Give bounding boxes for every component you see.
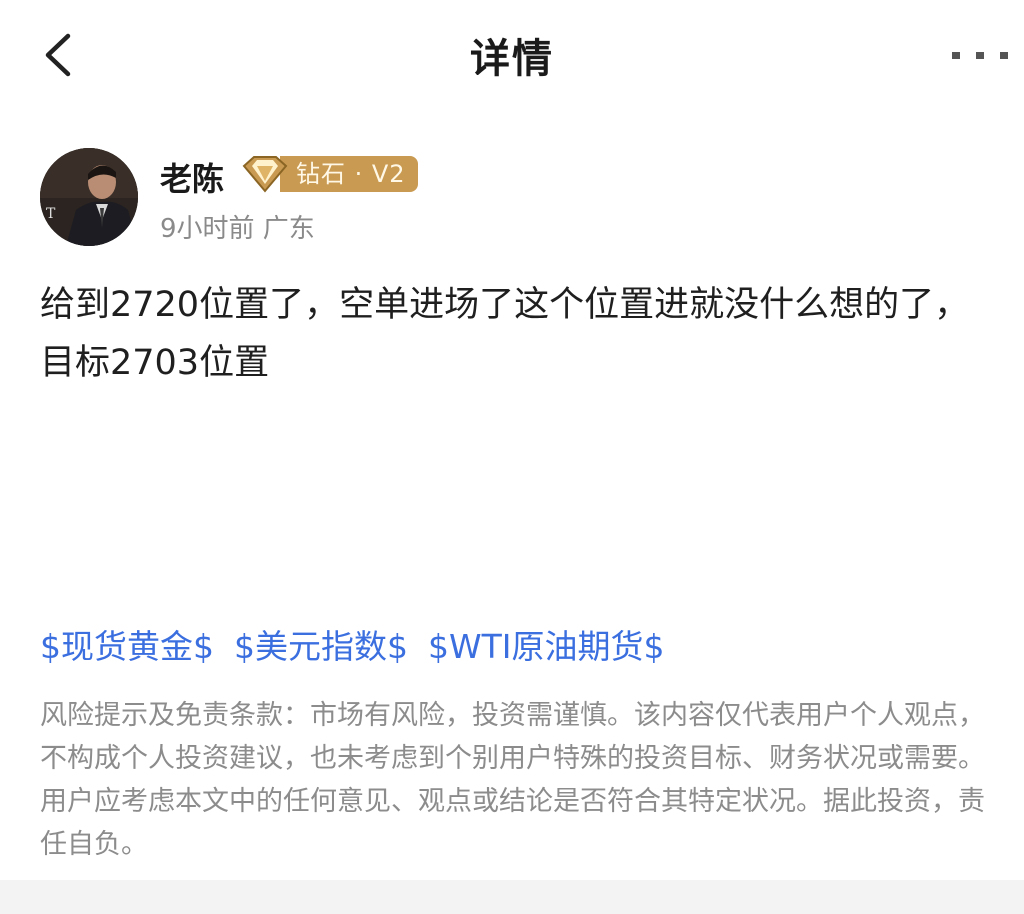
svg-text:T: T bbox=[46, 206, 56, 222]
tag-link-wti-crude[interactable]: $WTI原油期货$ bbox=[428, 620, 665, 670]
avatar[interactable]: T bbox=[40, 148, 138, 246]
tag-link-dollar-index[interactable]: $美元指数$ bbox=[234, 620, 408, 670]
post-detail-page: 详情 T 老陈 钻石 · V2 9小时前 广东 给到2720位置了，空单进场了这… bbox=[0, 0, 1024, 914]
tag-list: $现货黄金$ $美元指数$ $WTI原油期货$ bbox=[40, 620, 665, 670]
header-bar: 详情 bbox=[0, 0, 1024, 112]
tag-link-spot-gold[interactable]: $现货黄金$ bbox=[40, 620, 214, 670]
chevron-left-icon bbox=[45, 33, 71, 77]
post-time-location: 9小时前 广东 bbox=[160, 214, 315, 244]
level-badge: 钻石 · V2 bbox=[240, 154, 418, 194]
more-dots-icon bbox=[952, 52, 1008, 59]
avatar-image: T bbox=[40, 148, 138, 246]
page-title: 详情 bbox=[470, 36, 554, 82]
badge-label: 钻石 · V2 bbox=[280, 156, 418, 192]
bottom-divider bbox=[0, 880, 1024, 914]
author-name[interactable]: 老陈 bbox=[160, 154, 224, 200]
back-button[interactable] bbox=[30, 22, 90, 88]
diamond-icon bbox=[240, 154, 290, 194]
author-block: T 老陈 钻石 · V2 9小时前 广东 bbox=[40, 148, 1000, 248]
more-button[interactable] bbox=[952, 36, 1012, 76]
risk-disclaimer: 风险提示及免责条款：市场有风险，投资需谨慎。该内容仅代表用户个人观点，不构成个人… bbox=[40, 700, 985, 860]
post-text: 给到2720位置了，空单进场了这个位置进就没什么想的了，目标2703位置 bbox=[40, 285, 970, 383]
